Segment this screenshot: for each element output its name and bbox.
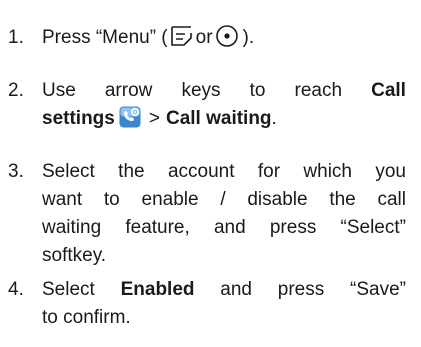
step-line: to confirm. bbox=[42, 304, 406, 332]
menu-softkey-icon bbox=[170, 26, 192, 46]
word: call bbox=[377, 189, 406, 210]
step-line: Select Enabled and press “Save” bbox=[42, 276, 406, 304]
word: / bbox=[220, 189, 226, 210]
step-body: Select Enabled and press “Save” to confi… bbox=[42, 276, 406, 332]
step-text: to confirm. bbox=[42, 307, 131, 328]
step-number: 2. bbox=[8, 80, 24, 101]
step-text: . bbox=[271, 108, 277, 129]
step-line: waiting feature, and press “Select” bbox=[42, 214, 406, 242]
word: the bbox=[118, 161, 145, 182]
step-text: Press “Menu” ( bbox=[42, 27, 168, 48]
word: reach bbox=[294, 80, 343, 101]
step-line: softkey. bbox=[42, 242, 406, 270]
step-number: 3. bbox=[8, 161, 24, 182]
word: to bbox=[249, 80, 266, 101]
word: press bbox=[277, 279, 325, 300]
word: keys bbox=[181, 80, 221, 101]
step-text: or bbox=[195, 27, 213, 48]
step-number: 1. bbox=[8, 27, 24, 48]
word: feature, bbox=[125, 217, 190, 238]
step-body: Press “Menu” ( or ). bbox=[42, 24, 406, 52]
word: to bbox=[103, 189, 120, 210]
menu-path-separator: > bbox=[148, 108, 160, 129]
word: and bbox=[220, 279, 252, 300]
word: arrow bbox=[104, 80, 153, 101]
word: and bbox=[213, 217, 246, 238]
step-body: Select the account for which you want to… bbox=[42, 158, 406, 270]
word: waiting bbox=[42, 217, 102, 238]
word: press bbox=[269, 217, 317, 238]
ok-button-icon bbox=[215, 25, 238, 47]
word: account bbox=[167, 161, 235, 182]
word: Select bbox=[42, 279, 95, 300]
step-line: Use arrow keys to reach Call bbox=[42, 77, 406, 105]
word: Select bbox=[42, 161, 95, 182]
word: for bbox=[257, 161, 281, 182]
word: enable bbox=[141, 189, 199, 210]
step-text: ). bbox=[242, 27, 255, 48]
word: Use bbox=[42, 80, 76, 101]
word: disable bbox=[247, 189, 308, 210]
word: want bbox=[42, 189, 83, 210]
step-number: 4. bbox=[8, 279, 24, 300]
instruction-steps: 1. Press “Menu” ( or ). 2. Use arrow key… bbox=[0, 0, 421, 347]
word: you bbox=[375, 161, 406, 182]
word: “Select” bbox=[340, 217, 406, 238]
option-enabled-label: Enabled bbox=[120, 279, 195, 300]
word: “Save” bbox=[350, 279, 406, 300]
word: which bbox=[303, 161, 352, 182]
step-line: Press “Menu” ( or ). bbox=[42, 24, 406, 52]
step-line: settings > Call waiting. bbox=[42, 105, 406, 133]
step-body: Use arrow keys to reach Call settings > C… bbox=[42, 77, 406, 133]
step-line: want to enable / disable the call bbox=[42, 186, 406, 214]
word: the bbox=[329, 189, 356, 210]
step-line: Select the account for which you bbox=[42, 158, 406, 186]
menu-path-call-settings: Call bbox=[371, 80, 406, 101]
call-settings-icon bbox=[119, 106, 141, 128]
menu-path-call-settings: settings bbox=[42, 108, 115, 129]
menu-path-call-waiting: Call waiting bbox=[165, 108, 272, 129]
step-text: softkey. bbox=[42, 245, 107, 266]
